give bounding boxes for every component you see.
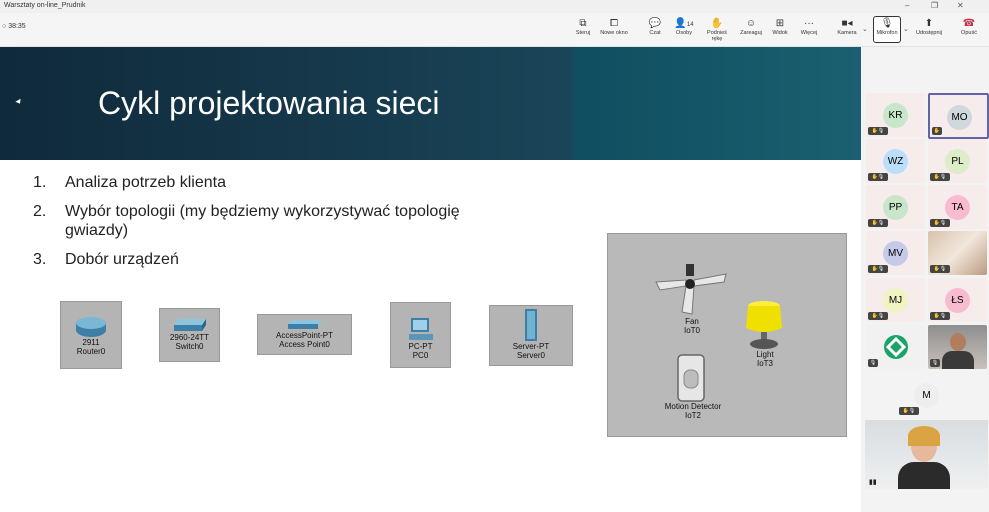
avatar: MJ: [883, 288, 908, 313]
close-icon[interactable]: ✕: [957, 1, 964, 10]
participant-tile[interactable]: WZ ✋🎙: [866, 139, 925, 183]
access-point-device: AccessPoint-PT Access Point0: [257, 314, 352, 355]
leave-button[interactable]: ☎ Opuść: [953, 17, 985, 36]
router-device: 2911 Router0: [60, 301, 122, 369]
more-button[interactable]: ··· Więcej: [793, 17, 825, 36]
camera-button[interactable]: ■◂ Kamera: [831, 17, 863, 36]
restore-icon[interactable]: ❐: [931, 1, 938, 10]
avatar: PP: [883, 195, 908, 220]
new-window-icon: ⧠: [610, 18, 618, 29]
logo-avatar-icon: [884, 335, 908, 359]
view-button[interactable]: ⊞ Widok: [764, 17, 796, 36]
ceiling-fan-icon: [655, 264, 727, 315]
mic-muted-icon: ✋🎙: [930, 219, 950, 227]
avatar: ŁS: [945, 288, 970, 313]
slide-title: Cykl projektowania sieci: [98, 85, 440, 121]
meeting-timer: ○ 38:35: [2, 23, 26, 30]
mic-muted-icon: ✋🎙: [930, 312, 950, 320]
minimize-icon[interactable]: –: [905, 1, 909, 10]
chat-icon: 💬: [648, 18, 662, 29]
mic-muted-icon: ✋🎙: [868, 312, 888, 320]
mic-muted-icon: ✋🎙: [930, 173, 950, 181]
avatar: MV: [883, 241, 908, 266]
switch-icon: [173, 319, 206, 331]
camera-chevron-icon[interactable]: ⌄: [862, 25, 868, 33]
iot-devices-panel: Fan IoT0 Light IoT3 Motion Detector IoT2: [607, 233, 847, 437]
hand-icon: ✋: [710, 18, 724, 29]
participant-tile[interactable]: KR ✋🎙: [866, 93, 925, 137]
mic-muted-icon: ✋🎙: [868, 127, 888, 135]
person-face: [950, 333, 966, 351]
participant-tile[interactable]: M ✋🎙: [897, 373, 956, 417]
window-titlebar: Warsztaty on-line_Prudnik – ❐ ✕: [0, 0, 989, 13]
pc-icon: [408, 318, 433, 340]
participant-video-tile[interactable]: 🎙: [928, 325, 987, 369]
people-button[interactable]: 👤14 Osoby: [668, 17, 700, 36]
camera-icon: ■◂: [841, 18, 853, 29]
motion-detector-icon: [677, 354, 705, 402]
participants-panel: KR ✋🎙 MO ✋ WZ ✋🎙 PL ✋🎙 PP ✋🎙 TA ✋🎙 MV ✋🎙…: [861, 47, 989, 512]
participant-tile[interactable]: TA ✋🎙: [928, 185, 987, 229]
more-icon: ···: [804, 18, 814, 29]
window-title: Warsztaty on-line_Prudnik: [4, 2, 86, 9]
chat-button[interactable]: 💬 Czat: [639, 17, 671, 36]
control-icon: ⧉: [579, 18, 587, 29]
slide-banner: Cykl projektowania sieci: [0, 47, 861, 160]
avatar: WZ: [883, 149, 908, 174]
meeting-toolbar: ○ 38:35 ⧉ Steruj ⧠ Nowe okno 💬 Czat 👤14 Osob…: [0, 13, 989, 47]
lamp-icon: [746, 301, 782, 349]
share-button[interactable]: ⬆ Udostępnij: [913, 17, 945, 36]
mic-muted-icon: ✋🎙: [868, 173, 888, 181]
raise-hand-button[interactable]: ✋ Podnieś rękę: [701, 17, 733, 42]
self-body: [898, 462, 950, 489]
person-body: [942, 351, 974, 369]
people-icon: 👤14: [674, 18, 694, 29]
mic-muted-icon: 🎙: [868, 359, 878, 367]
self-video-preview[interactable]: ▮▮: [865, 420, 988, 489]
avatar: M: [914, 383, 939, 408]
router-icon: [76, 317, 106, 337]
mic-chevron-icon[interactable]: ⌄: [903, 25, 909, 33]
server-device: Server-PT Server0: [489, 305, 573, 366]
avatar: KR: [883, 103, 908, 128]
mic-icon: 🎙: [880, 18, 894, 29]
mic-muted-icon: ✋🎙: [930, 265, 950, 273]
avatar: TA: [945, 195, 970, 220]
self-hair: [908, 426, 940, 446]
hand-raised-icon: ✋: [932, 127, 942, 135]
switch-device: 2960-24TT Switch0: [159, 308, 220, 362]
mouse-pointer-icon: [15, 98, 23, 106]
participant-tile[interactable]: MV ✋🎙: [866, 231, 925, 275]
server-icon: [525, 309, 537, 341]
signal-icon: ▮▮: [869, 479, 877, 486]
motion-detector-label: Motion Detector IoT2: [664, 402, 722, 420]
mic-muted-icon: ✋🎙: [868, 219, 888, 227]
participant-tile[interactable]: PL ✋🎙: [928, 139, 987, 183]
grid-icon: ⊞: [775, 18, 785, 29]
avatar: MO: [947, 105, 972, 130]
fan-label: Fan IoT0: [683, 317, 700, 335]
smile-icon: ☺: [745, 18, 757, 29]
mic-muted-icon: ✋🎙: [899, 407, 919, 415]
mic-muted-icon: 🎙: [930, 359, 940, 367]
hangup-icon: ☎: [962, 18, 976, 29]
participant-tile[interactable]: PP ✋🎙: [866, 185, 925, 229]
avatar: PL: [945, 149, 970, 174]
new-window-button[interactable]: ⧠ Nowe okno: [598, 17, 630, 36]
participant-tile[interactable]: 🎙: [866, 325, 925, 369]
access-point-icon: [287, 320, 322, 329]
light-label: Light IoT3: [756, 350, 774, 368]
share-icon: ⬆: [924, 18, 934, 29]
pc-device: PC-PT PC0: [390, 302, 451, 368]
react-button[interactable]: ☺ Zareaguj: [735, 17, 767, 36]
participant-tile-active[interactable]: MO ✋: [928, 93, 989, 139]
participant-video-tile[interactable]: ✋🎙: [928, 231, 987, 275]
microphone-button[interactable]: 🎙 Mikrofon: [873, 16, 901, 43]
participant-tile[interactable]: ŁS ✋🎙: [928, 278, 987, 322]
mic-muted-icon: ✋🎙: [868, 265, 888, 273]
control-button[interactable]: ⧉ Steruj: [567, 17, 599, 36]
participant-tile[interactable]: MJ ✋🎙: [866, 278, 925, 322]
